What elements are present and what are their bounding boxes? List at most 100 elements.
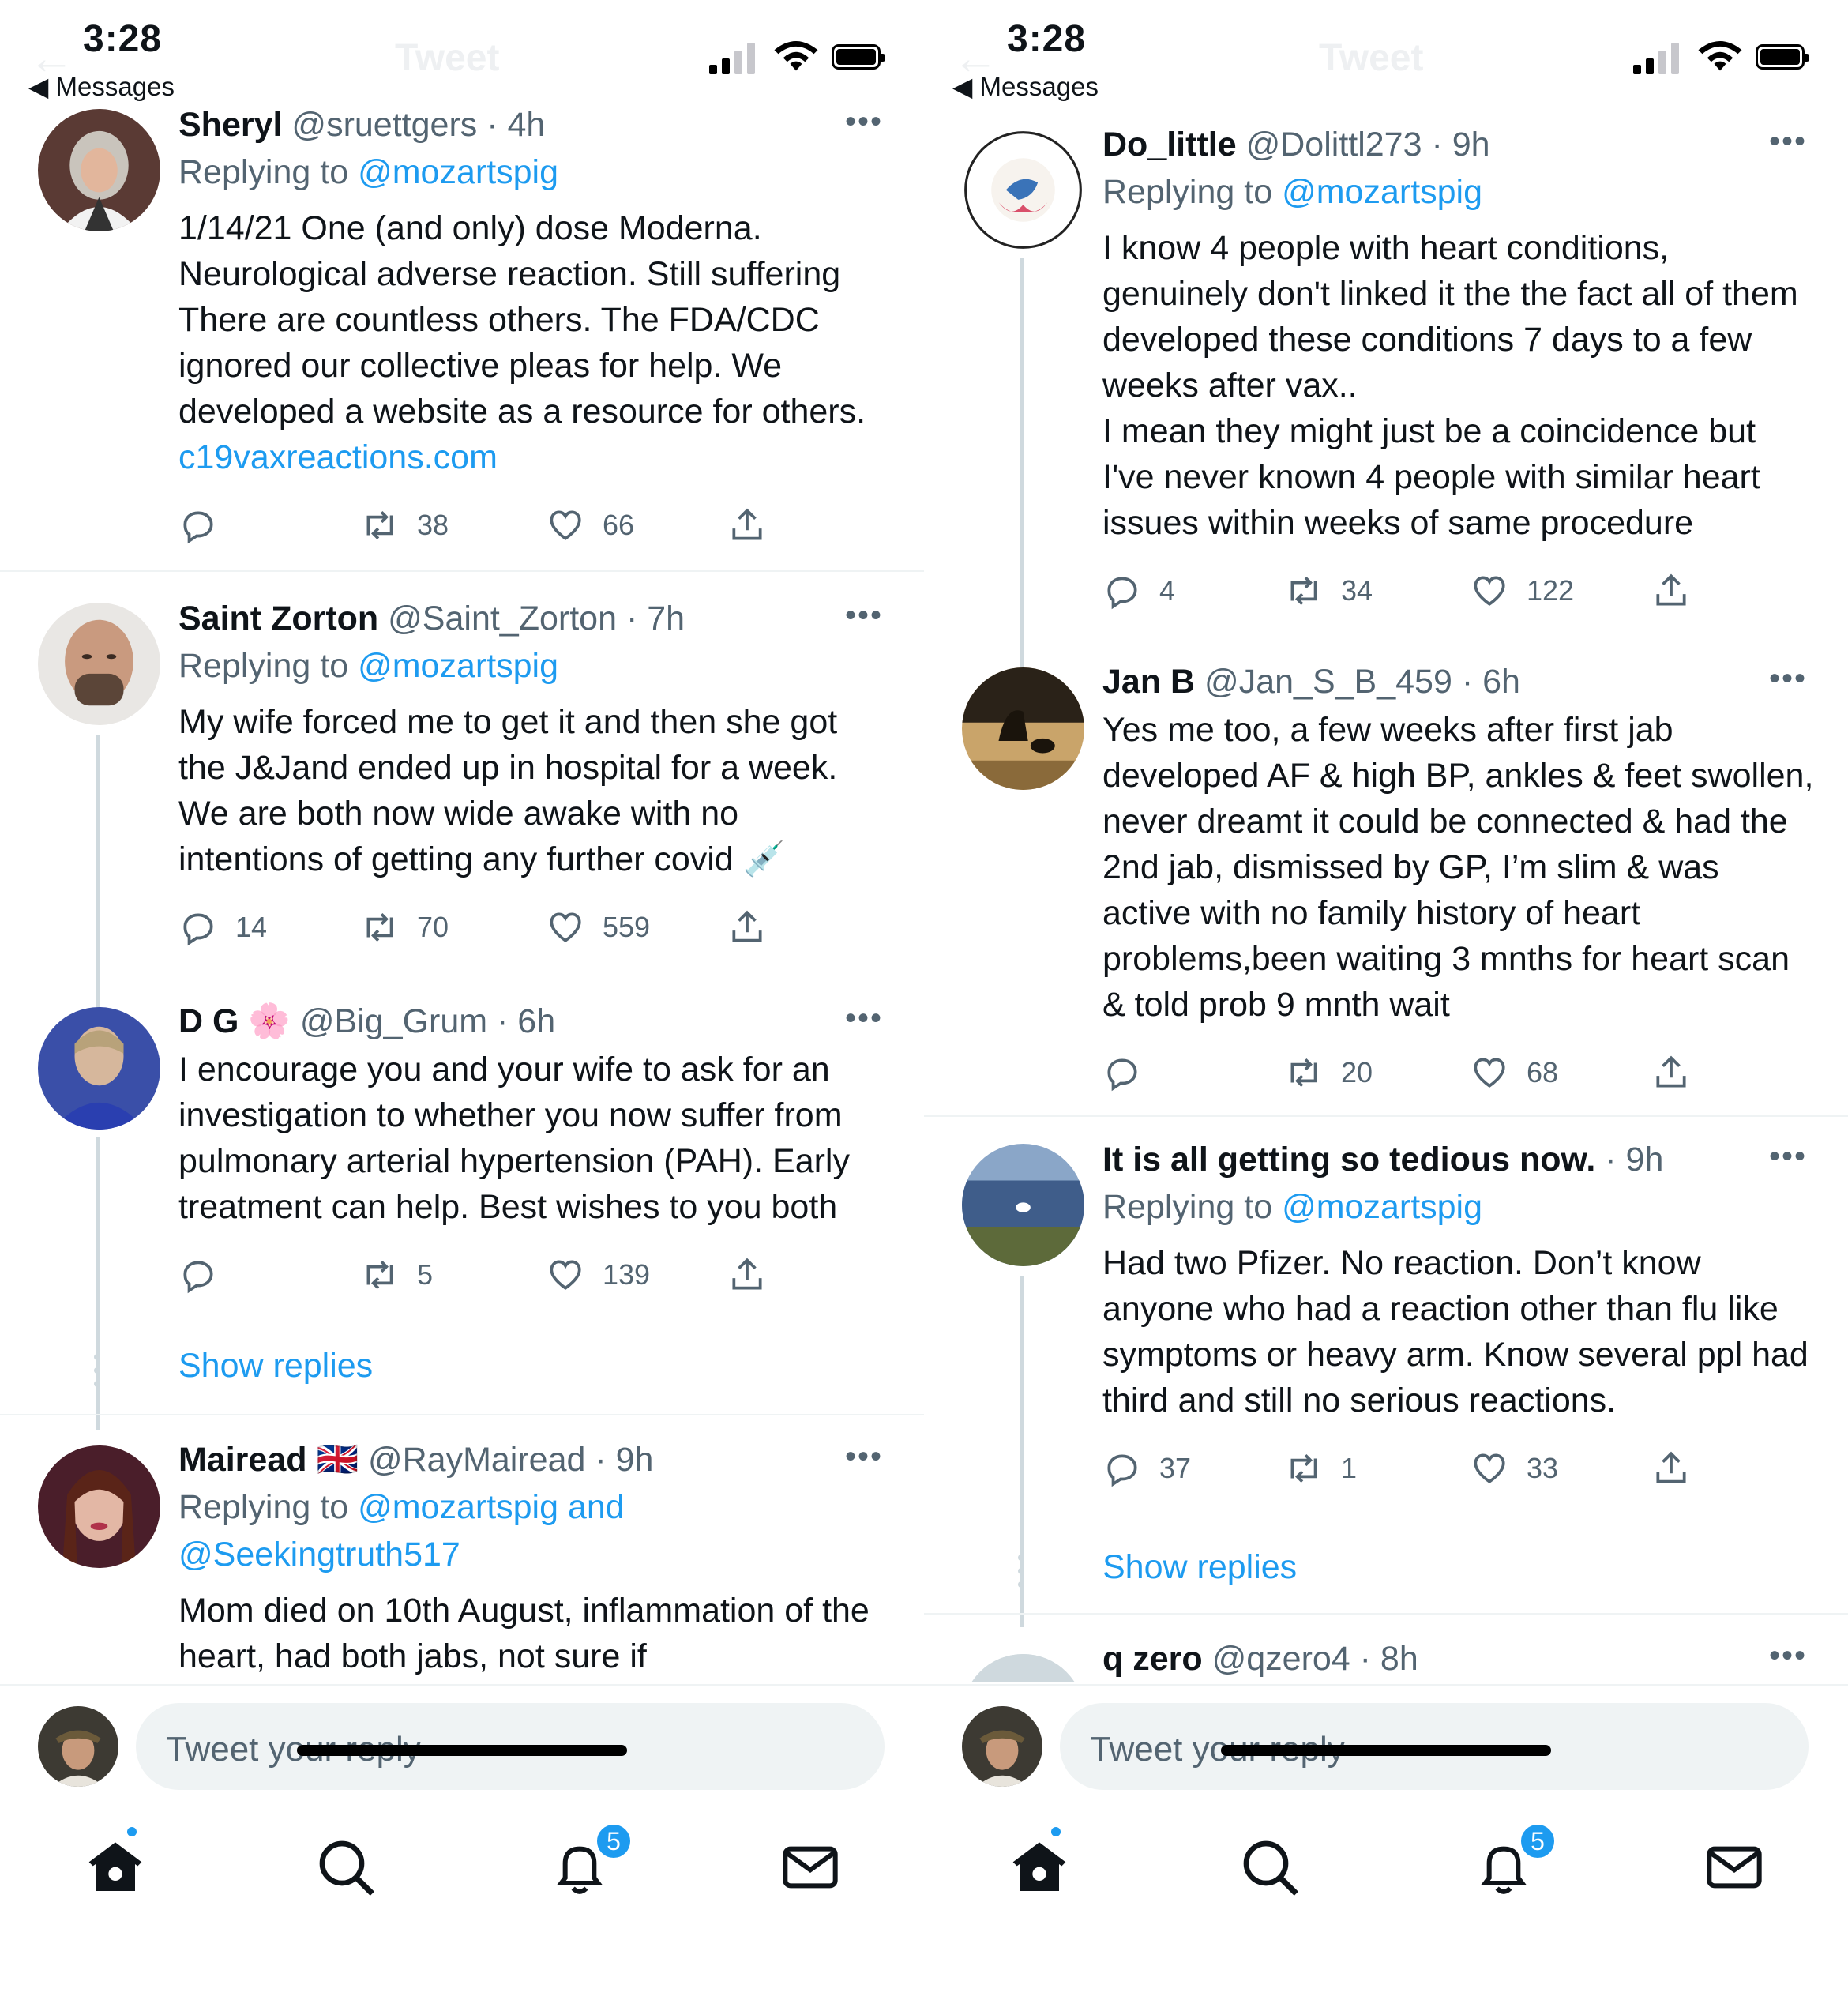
more-options-icon[interactable]: ••• [845, 1002, 883, 1034]
reply-icon [183, 511, 213, 544]
replying-prefix: Replying to [1102, 173, 1283, 211]
more-options-icon[interactable]: ••• [845, 1441, 883, 1472]
tab-bar: 5 [924, 1803, 1848, 2000]
user-avatar[interactable] [38, 1706, 118, 1787]
tab-home[interactable] [84, 1825, 147, 1899]
tab-search[interactable] [314, 1836, 377, 1899]
user-avatar[interactable] [962, 1706, 1042, 1787]
retweet-button[interactable]: 38 [360, 498, 449, 553]
retweet-count: 70 [417, 911, 449, 943]
mention-link[interactable]: @mozartspig [1282, 173, 1482, 211]
reply-button[interactable]: 37 [1102, 1441, 1191, 1496]
wifi-icon [772, 41, 820, 73]
reply-button[interactable] [178, 498, 235, 553]
back-to-messages-button[interactable]: ◀ Messages [28, 71, 175, 102]
mention-link[interactable]: @mozartspig [358, 153, 558, 191]
url-link[interactable]: c19vaxreactions.com [178, 438, 498, 476]
reply-icon [1107, 577, 1137, 610]
share-button[interactable] [1651, 1045, 1691, 1100]
more-options-icon[interactable]: ••• [845, 106, 883, 137]
retweet-button[interactable]: 34 [1284, 563, 1373, 618]
share-button[interactable] [1651, 563, 1691, 618]
reply-button[interactable]: 14 [178, 900, 267, 955]
more-options-icon[interactable]: ••• [1769, 663, 1807, 694]
reply-count: 37 [1159, 1452, 1192, 1484]
like-button[interactable]: 559 [546, 900, 650, 955]
thread-ellipsis-icon [94, 1354, 102, 1394]
author-name[interactable]: Mairead 🇬🇧 [178, 1441, 359, 1479]
tweet-header: Saint Zorton @Saint_Zorton · 7h [178, 596, 892, 641]
avatar[interactable] [962, 667, 1084, 790]
back-to-messages-button[interactable]: ◀ Messages [952, 71, 1099, 102]
tweet-text-body: 1/14/21 One (and only) dose Moderna. Neu… [178, 209, 866, 430]
share-button[interactable] [1651, 1441, 1691, 1496]
mention-link[interactable]: @mozartspig [358, 647, 558, 685]
author-handle-time: @Big_Grum · 6h [290, 1002, 556, 1040]
reply-button[interactable] [178, 1247, 235, 1303]
thread-ellipsis-icon [1018, 1555, 1026, 1595]
tab-home[interactable] [1008, 1825, 1071, 1899]
avatar[interactable] [962, 1144, 1084, 1266]
tab-bar: 5 [0, 1803, 924, 2000]
author-name[interactable]: q zero [1102, 1640, 1203, 1678]
retweet-button[interactable]: 5 [360, 1247, 433, 1303]
tweet-feed[interactable]: Sheryl @sruettgers · 4h Replying to @moz… [0, 103, 924, 1682]
share-button[interactable] [727, 1247, 767, 1303]
retweet-count: 34 [1341, 574, 1373, 607]
show-replies-link[interactable]: Show replies [178, 1347, 373, 1385]
tab-notifications[interactable]: 5 [1472, 1821, 1557, 1899]
reply-count: 4 [1159, 574, 1176, 607]
tweet-text: Mom died on 10th August, inflammation of… [178, 1592, 870, 1675]
avatar[interactable] [38, 603, 160, 725]
like-button[interactable]: 122 [1470, 563, 1574, 618]
like-button[interactable]: 33 [1470, 1441, 1558, 1496]
home-indicator[interactable] [297, 1745, 627, 1756]
avatar[interactable] [962, 1654, 1084, 1682]
tweet-feed[interactable]: Do_little @Dolittl273 · 9h Replying to @… [924, 103, 1848, 1682]
avatar[interactable] [38, 1007, 160, 1130]
tab-messages[interactable] [779, 1836, 842, 1899]
author-name[interactable]: Jan B [1102, 663, 1195, 701]
reply-button[interactable] [1102, 1045, 1159, 1100]
cellular-signal-icon [709, 41, 757, 74]
avatar[interactable] [962, 129, 1084, 251]
search-icon [319, 1840, 374, 1896]
author-name[interactable]: Sheryl [178, 106, 282, 144]
like-button[interactable]: 139 [546, 1247, 650, 1303]
share-icon [1656, 573, 1686, 606]
reply-icon [183, 1261, 213, 1294]
replying-to: Replying to @mozartspig [1102, 1183, 1816, 1231]
tab-messages[interactable] [1703, 1836, 1766, 1899]
share-button[interactable] [727, 900, 767, 955]
more-options-icon[interactable]: ••• [1769, 1141, 1807, 1172]
heart-icon [550, 912, 581, 942]
reply-composer: Tweet your reply [0, 1684, 924, 1803]
tweet-text: 1/14/21 One (and only) dose Moderna. Neu… [178, 205, 892, 480]
more-options-icon[interactable]: ••• [845, 600, 883, 631]
author-name[interactable]: Do_little [1102, 126, 1237, 164]
reply-button[interactable]: 4 [1102, 563, 1175, 618]
left-screen: Sheryl @sruettgers · 4h Replying to @moz… [0, 0, 924, 2000]
author-name[interactable]: Saint Zorton [178, 600, 378, 637]
tab-search[interactable] [1238, 1836, 1301, 1899]
share-button[interactable] [727, 498, 767, 553]
more-options-icon[interactable]: ••• [1769, 126, 1807, 157]
retweet-button[interactable]: 20 [1284, 1045, 1373, 1100]
author-name[interactable]: It is all getting so tedious now. [1102, 1141, 1595, 1179]
like-button[interactable]: 68 [1470, 1045, 1558, 1100]
like-button[interactable]: 66 [546, 498, 634, 553]
tweet-header: Mairead 🇬🇧 @RayMairead · 9h [178, 1438, 892, 1482]
tab-notifications[interactable]: 5 [548, 1821, 633, 1899]
tweet-actions: 4 34 122 [1102, 563, 1816, 618]
show-replies-link[interactable]: Show replies [1102, 1548, 1297, 1587]
home-indicator[interactable] [1221, 1745, 1551, 1756]
tweet-text: Had two Pfizer. No reaction. Don’t know … [1102, 1244, 1809, 1419]
more-options-icon[interactable]: ••• [1769, 1640, 1807, 1671]
retweet-button[interactable]: 70 [360, 900, 449, 955]
author-name[interactable]: D G 🌸 [178, 1002, 291, 1040]
retweet-button[interactable]: 1 [1284, 1441, 1357, 1496]
avatar[interactable] [38, 109, 160, 231]
avatar[interactable] [38, 1445, 160, 1568]
mention-link[interactable]: @mozartspig [1282, 1188, 1482, 1226]
heart-icon [1474, 576, 1505, 606]
